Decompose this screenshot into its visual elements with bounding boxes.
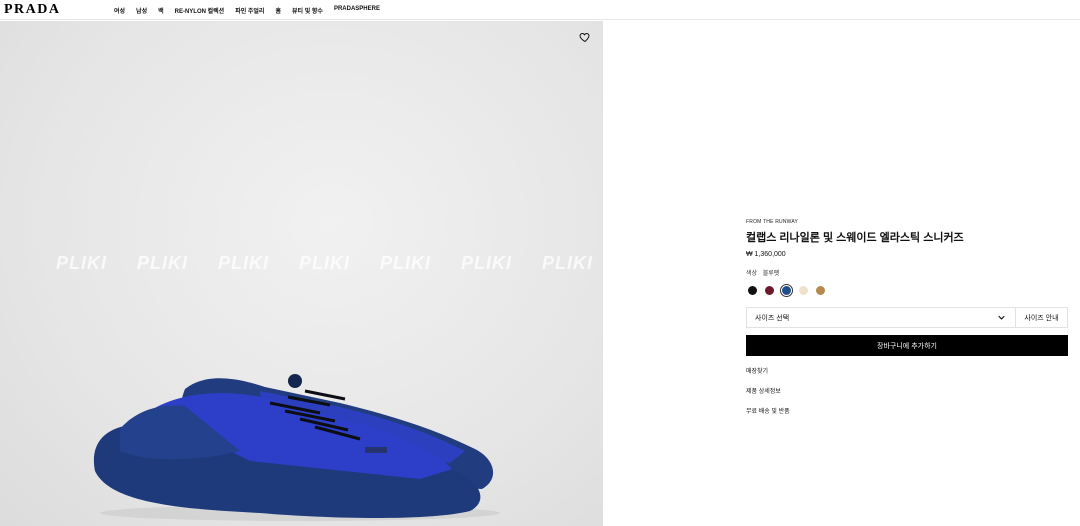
nav-item-bags[interactable]: 백 (158, 6, 164, 15)
add-to-cart-button[interactable]: 장바구니에 추가하기 (746, 335, 1068, 356)
watermark-text: PLIKI (56, 253, 108, 273)
watermark-text: PLIKI (380, 253, 432, 273)
nav-item-men[interactable]: 남성 (136, 6, 147, 15)
swatch-tan[interactable] (816, 286, 825, 295)
watermark-text: PLIKI (218, 253, 270, 273)
nav-item-re-nylon[interactable]: RE-NYLON 컬렉션 (175, 6, 225, 15)
shipping-returns-link[interactable]: 무료 배송 및 반품 (746, 406, 1068, 415)
product-price: ₩ 1,360,000 (746, 251, 786, 258)
product-image[interactable]: PLIKI PLIKI PLIKI PLIKI PLIKI PLIKI PLIK… (0, 21, 603, 526)
swatch-black[interactable] (748, 286, 757, 295)
watermark-text: PLIKI (299, 253, 351, 273)
store-locator-link[interactable]: 매장찾기 (746, 366, 1068, 375)
swatch-burgundy[interactable] (765, 286, 774, 295)
sneaker-illustration (93, 374, 500, 521)
top-header: PRADA 여성 남성 백 RE-NYLON 컬렉션 파인 주얼리 홈 뷰티 및… (0, 0, 1080, 20)
nav-item-pradasphere[interactable]: PRADASPHERE (334, 6, 380, 15)
watermark-text: PLIKI (137, 253, 189, 273)
main-nav: 여성 남성 백 RE-NYLON 컬렉션 파인 주얼리 홈 뷰티 및 향수 PR… (114, 6, 391, 15)
size-guide-button[interactable]: 사이즈 안내 (1016, 307, 1068, 328)
collection-eyebrow: FROM THE RUNWAY (746, 219, 799, 225)
color-row: 색상 블루펫 (746, 268, 1068, 277)
product-info-panel: FROM THE RUNWAY 컬랩스 리나일론 및 스웨이드 엘라스틱 스니커… (746, 219, 1068, 415)
nav-item-fine-jewelry[interactable]: 파인 주얼리 (235, 6, 264, 15)
prada-logo[interactable]: PRADA (4, 2, 61, 18)
product-title: 컬랩스 리나일론 및 스웨이드 엘라스틱 스니커즈 (746, 232, 964, 244)
heart-outline-icon[interactable] (579, 31, 591, 43)
nav-item-women[interactable]: 여성 (114, 6, 125, 15)
color-swatches (748, 284, 1068, 297)
size-select-label: 사이즈 선택 (755, 314, 790, 322)
watermark-text: PLIKI (542, 253, 594, 273)
product-details-link[interactable]: 제품 상세정보 (746, 386, 1068, 395)
nav-item-beauty[interactable]: 뷰티 및 향수 (292, 6, 323, 15)
nav-item-home[interactable]: 홈 (275, 6, 281, 15)
watermark-text: PLIKI (461, 253, 513, 273)
color-label: 색상 (746, 271, 758, 277)
swatch-blue[interactable] (780, 284, 793, 297)
size-row: 사이즈 선택 사이즈 안내 (746, 307, 1068, 328)
chevron-down-icon (998, 315, 1005, 320)
watermark: PLIKI PLIKI PLIKI PLIKI PLIKI PLIKI PLIK… (56, 253, 603, 274)
size-select-dropdown[interactable]: 사이즈 선택 (746, 307, 1016, 328)
color-value: 블루펫 (762, 271, 780, 277)
swatch-cream[interactable] (799, 286, 808, 295)
